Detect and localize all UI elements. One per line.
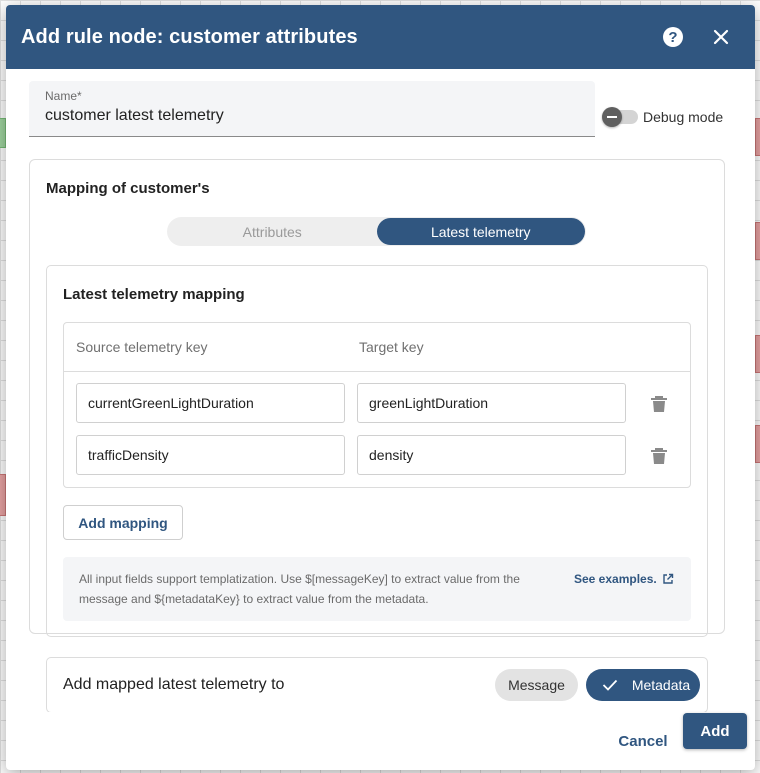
source-key-input[interactable]	[76, 383, 345, 423]
see-examples-link[interactable]: See examples.	[574, 569, 674, 589]
mapping-section: Mapping of customer's Attributes Latest …	[29, 159, 725, 637]
dialog-footer: Cancel Add	[6, 712, 755, 770]
target-key-input[interactable]	[357, 383, 626, 423]
chip-metadata[interactable]: Metadata	[586, 669, 700, 701]
delete-icon[interactable]	[649, 445, 669, 465]
column-target-key: Target key	[359, 339, 424, 355]
table-row	[76, 435, 686, 475]
tab-latest-telemetry[interactable]: Latest telemetry	[376, 218, 585, 245]
canvas-node-fragment	[755, 335, 760, 373]
source-key-input[interactable]	[76, 435, 345, 475]
dialog-header: Add rule node: customer attributes ?	[6, 5, 755, 69]
name-input[interactable]	[45, 107, 575, 125]
table-row	[76, 383, 686, 423]
debug-toggle-switch[interactable]	[602, 107, 638, 127]
close-icon	[713, 29, 729, 45]
dialog-content: Name* Debug mode Mapping of customer's A…	[6, 69, 755, 712]
check-icon	[602, 679, 617, 691]
mapping-table: Source telemetry key Target key	[63, 322, 691, 488]
canvas-node-fragment	[755, 222, 760, 260]
add-button[interactable]: Add	[683, 713, 747, 749]
help-icon: ?	[663, 27, 683, 47]
add-rule-node-dialog: Add rule node: customer attributes ? Nam…	[6, 5, 755, 770]
templatization-hint: All input fields support templatization.…	[63, 557, 691, 621]
close-button[interactable]	[703, 19, 739, 55]
debug-mode-toggle[interactable]: Debug mode	[602, 107, 724, 127]
name-field[interactable]: Name*	[29, 81, 595, 137]
mapping-section-title: Mapping of customer's	[46, 180, 210, 197]
add-mapped-to-section: Add mapped latest telemetry to Message M…	[46, 657, 708, 712]
add-mapping-button[interactable]: Add mapping	[63, 505, 183, 540]
delete-icon[interactable]	[649, 393, 669, 413]
mapping-table-header: Source telemetry key Target key	[64, 323, 690, 372]
target-key-input[interactable]	[357, 435, 626, 475]
telemetry-mapping-title: Latest telemetry mapping	[63, 286, 245, 303]
open-in-new-icon	[663, 573, 673, 584]
add-mapped-to-label: Add mapped latest telemetry to	[63, 676, 285, 693]
mapping-type-toggle: Attributes Latest telemetry	[167, 217, 586, 246]
chip-metadata-label: Metadata	[631, 677, 691, 693]
debug-mode-label: Debug mode	[643, 109, 724, 125]
name-field-label: Name*	[45, 89, 82, 103]
tab-attributes[interactable]: Attributes	[168, 218, 377, 245]
see-examples-label: See examples.	[574, 572, 657, 586]
hint-text: All input fields support templatization.…	[79, 572, 520, 606]
chip-message[interactable]: Message	[495, 669, 578, 701]
column-source-key: Source telemetry key	[76, 339, 208, 355]
dialog-title: Add rule node: customer attributes	[21, 25, 358, 48]
canvas-node-fragment	[755, 425, 760, 463]
help-button[interactable]: ?	[655, 19, 691, 55]
cancel-button[interactable]: Cancel	[610, 723, 676, 759]
toggle-thumb	[602, 107, 622, 127]
canvas-node-fragment	[755, 118, 760, 156]
telemetry-mapping-panel: Latest telemetry mapping Source telemetr…	[46, 265, 708, 637]
